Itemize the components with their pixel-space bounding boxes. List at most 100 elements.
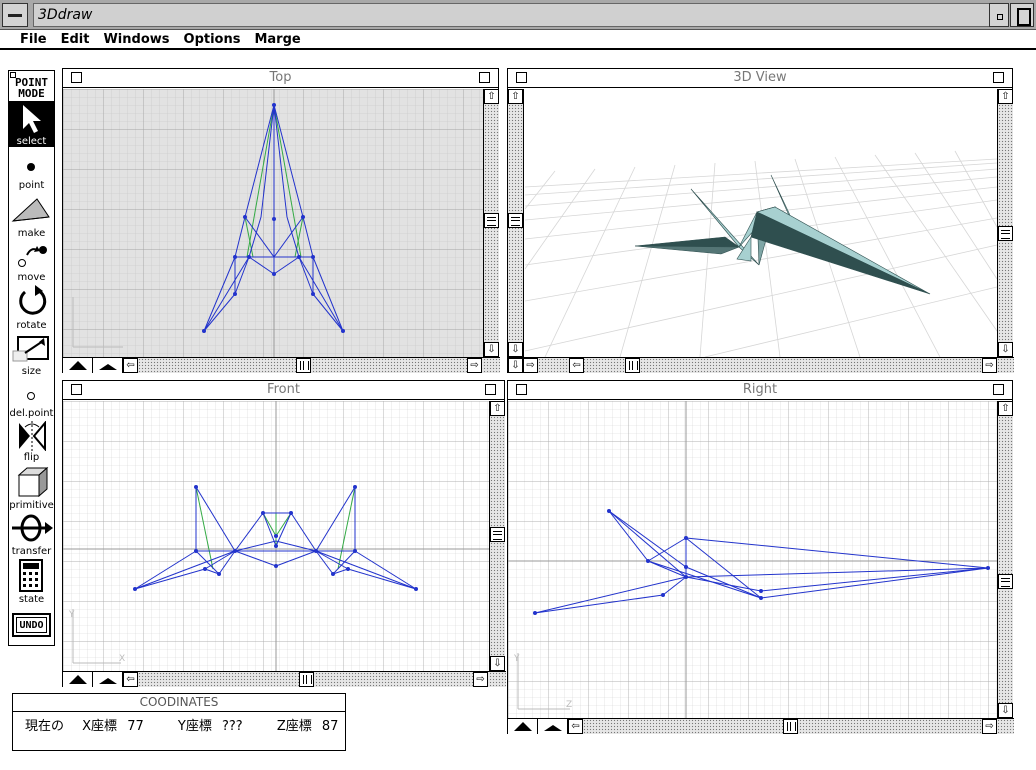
tool-make[interactable]: make [9,195,54,239]
coordinates-prefix: 現在の [25,719,65,734]
right-view-drawing: Y Z [508,401,997,718]
window-right-titlebar[interactable]: Right [508,381,1012,400]
scroll-right-button[interactable]: ⇨ [982,358,997,373]
y-coordinate-label: Y座標 [177,719,212,734]
coordinates-panel: COODINATES 現在の X座標 77 Y座標 ??? Z座標 87 [12,693,346,751]
scroll-thumb[interactable] [508,213,523,228]
tool-select[interactable]: select [9,101,54,147]
scroll-down-button[interactable]: ⇩ [484,342,499,357]
scroll-right-button[interactable]: ⇨ [523,358,538,373]
window-3d-close-box[interactable] [516,72,527,83]
window-3d-vscroll[interactable]: ⇧ ⇩ [997,89,1013,357]
tool-del-point[interactable]: del.point [9,385,54,419]
scroll-down-button[interactable]: ⇩ [998,342,1013,357]
window-top-vscroll[interactable]: ⇧ ⇩ [483,89,499,357]
scroll-thumb[interactable] [998,226,1013,241]
view-up-button[interactable] [63,672,93,687]
window-right-title: Right [742,382,778,397]
scroll-down-button[interactable]: ⇩ [998,703,1013,718]
svg-text:Y: Y [513,654,520,664]
window-right-close-box[interactable] [516,384,527,395]
scroll-up-button[interactable]: ⇧ [490,401,505,416]
scroll-thumb[interactable] [299,672,314,687]
scroll-thumb[interactable] [783,719,798,734]
dot-icon [27,163,35,171]
menu-options[interactable]: Options [177,30,248,48]
menu-windows[interactable]: Windows [96,30,176,48]
scroll-left-button[interactable]: ⇦ [569,358,584,373]
tool-rotate[interactable]: rotate [9,285,54,331]
window-right-hscroll[interactable]: ⇦ ⇨ [508,718,1014,734]
view-down-button[interactable] [93,672,123,687]
scroll-up-button[interactable]: ⇧ [998,401,1013,416]
scroll-down-button[interactable]: ⇩ [508,342,523,357]
window-right-vscroll[interactable]: ⇧ ⇩ [997,401,1013,718]
scroll-right-button[interactable]: ⇨ [982,719,997,734]
view-down-button[interactable] [93,358,123,373]
window-right-zoom-box[interactable] [993,384,1004,395]
cube-icon [17,466,49,497]
tool-primitive[interactable]: primitive [9,465,54,511]
tool-state[interactable]: state [9,559,54,605]
resize-box-icon [12,336,49,362]
menu-file[interactable]: File [0,30,54,48]
menu-edit[interactable]: Edit [54,30,97,48]
tool-move[interactable]: move [9,241,54,283]
scroll-down-button[interactable]: ⇩ [490,656,505,671]
top-view-drawing [63,89,483,357]
scroll-up-button[interactable]: ⇧ [508,89,523,104]
window-top-titlebar[interactable]: Top [63,69,498,88]
window-3d-titlebar[interactable]: 3D View [508,69,1012,88]
window-front: Front Y X ⇧ ⇩ ⇦ ⇨ [62,380,506,687]
window-top-hscroll[interactable]: ⇦ ⇨ [63,357,500,373]
hollow-dot-icon [27,392,35,400]
scroll-left-button[interactable]: ⇦ [123,358,138,373]
scroll-thumb[interactable] [296,358,311,373]
svg-text:X: X [119,654,125,664]
window-front-zoom-box[interactable] [485,384,496,395]
tool-transfer[interactable]: transfer [9,513,54,557]
scroll-left-button[interactable]: ⇦ [123,672,138,687]
view-up-button[interactable] [63,358,93,373]
coordinates-title: COODINATES [13,694,345,712]
window-front-title: Front [267,382,300,397]
window-top-zoom-box[interactable] [479,72,490,83]
scroll-thumb[interactable] [490,527,505,542]
mode-label: POINT MODE [14,76,49,100]
scroll-up-button[interactable]: ⇧ [998,89,1013,104]
minimize-button[interactable] [989,3,1009,27]
scroll-down-button[interactable]: ⇩ [508,358,523,373]
menu-marge[interactable]: Marge [247,30,307,48]
view-down-button[interactable] [538,719,568,734]
window-top-close-box[interactable] [71,72,82,83]
scroll-right-button[interactable]: ⇨ [473,672,488,687]
window-front-titlebar[interactable]: Front [63,381,504,400]
scroll-thumb[interactable] [998,574,1013,589]
maximize-button[interactable] [1010,3,1034,27]
scroll-left-button[interactable]: ⇦ [568,719,583,734]
window-3d-hscroll[interactable]: ⇩ ⇨ ⇦ ⇨ [508,357,1014,373]
window-front-vscroll[interactable]: ⇧ ⇩ [489,401,505,671]
window-3d-zoom-box[interactable] [993,72,1004,83]
x-coordinate-label: X座標 [82,719,118,734]
scroll-thumb[interactable] [625,358,640,373]
front-view-canvas[interactable]: Y X [63,401,489,671]
menu-bar: File Edit Windows Options Marge [0,30,1036,50]
right-view-canvas[interactable]: Y Z [508,401,997,718]
undo-button[interactable]: UNDO [9,613,54,639]
window-front-close-box[interactable] [71,384,82,395]
title-bar: 3Ddraw [0,0,1036,30]
top-view-canvas[interactable] [63,89,483,357]
view-up-button[interactable] [508,719,538,734]
scroll-thumb[interactable] [484,213,499,228]
perspective-canvas[interactable] [525,89,997,357]
arrow-cursor-icon [23,105,41,133]
scroll-up-button[interactable]: ⇧ [484,89,499,104]
window-3d-left-scroll[interactable]: ⇧ ⇩ [508,89,524,357]
window-front-hscroll[interactable]: ⇦ ⇨ [63,671,506,687]
tool-size[interactable]: size [9,333,54,377]
tool-point[interactable]: point [9,155,54,191]
control-menu-box[interactable] [2,3,28,27]
scroll-right-button[interactable]: ⇨ [467,358,482,373]
tool-flip[interactable]: flip [9,421,54,463]
